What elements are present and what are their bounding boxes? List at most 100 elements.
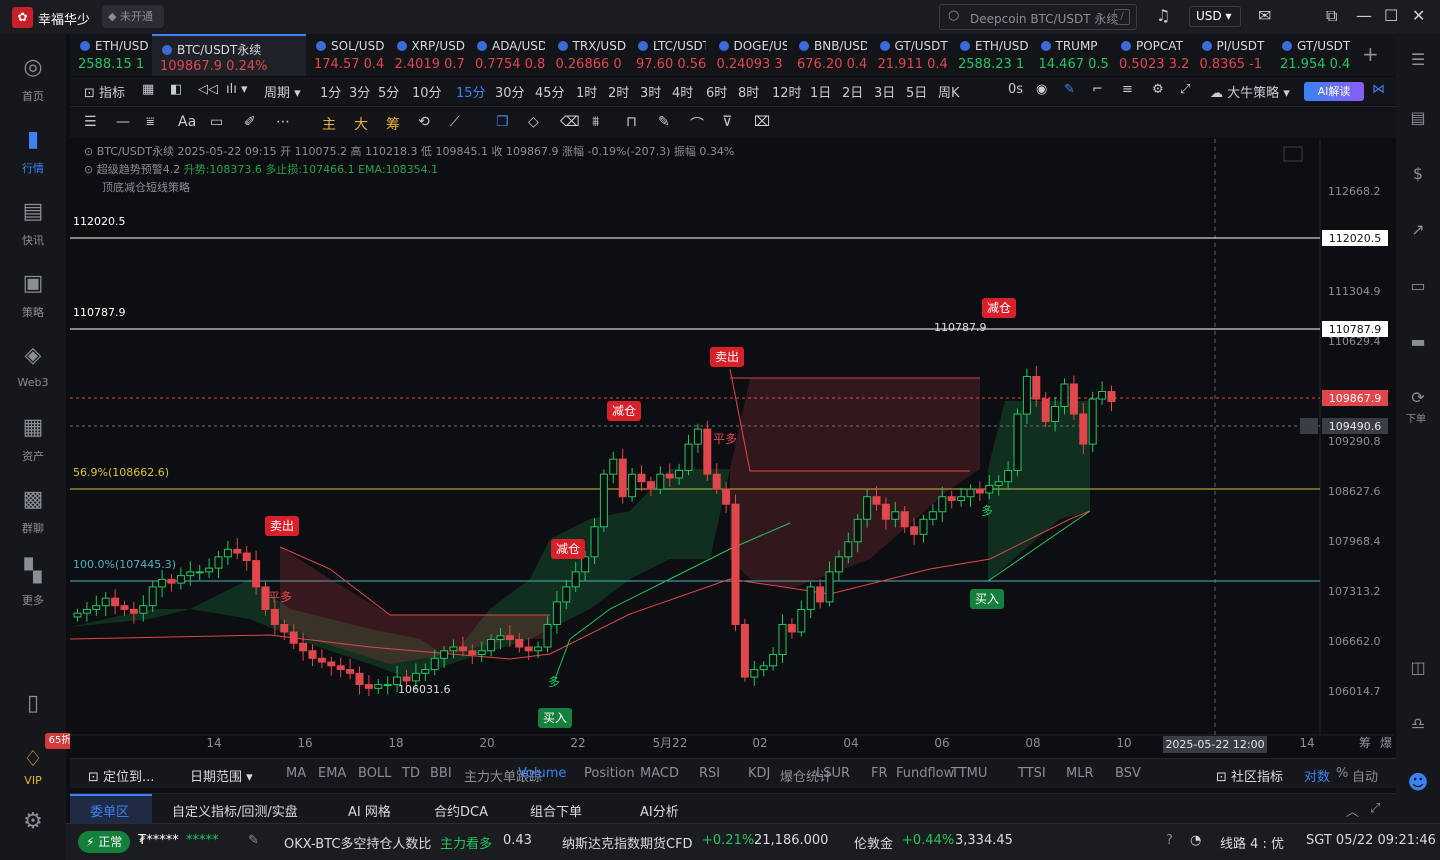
edit-icon[interactable]: ✎	[248, 833, 259, 848]
candle-body[interactable]	[468, 650, 477, 656]
candle-body[interactable]	[242, 552, 251, 562]
collapse-icon[interactable]: ︿	[1346, 801, 1359, 820]
candle-body[interactable]	[214, 556, 223, 569]
locate-button[interactable]: ⊡ 定位到...	[88, 766, 154, 785]
ticker-tab[interactable]: TRX/USDT 0.26866 0	[548, 34, 628, 76]
network-line[interactable]: 线路 4 : 优	[1220, 833, 1284, 852]
add-tab-icon[interactable]: +	[1362, 42, 1379, 66]
edit-icon[interactable]: ✎	[658, 114, 670, 130]
ticker-tab[interactable]: PI/USDT 0.8365 -1	[1192, 34, 1272, 76]
mail-icon[interactable]: ✉	[1258, 6, 1271, 25]
candle-body[interactable]	[665, 473, 674, 479]
timeframe-option[interactable]: 3时	[640, 82, 661, 101]
candle-body[interactable]	[928, 511, 937, 520]
brush-icon[interactable]: ✐	[244, 114, 256, 130]
candle-body[interactable]	[129, 608, 138, 614]
timeframe-option[interactable]: 周K	[938, 82, 960, 101]
pattern-icon[interactable]: ⩩	[592, 114, 599, 130]
timeframe-option[interactable]: 5分	[378, 82, 399, 101]
timeframe-option[interactable]: 15分	[456, 82, 486, 101]
tag-icon[interactable]: ◇	[528, 114, 539, 130]
candle-body[interactable]	[581, 556, 590, 573]
indicator-option[interactable]: BBI	[430, 766, 452, 781]
candle-body[interactable]	[797, 608, 806, 633]
candle-body[interactable]	[806, 586, 815, 610]
candle-body[interactable]	[1041, 398, 1050, 423]
candle-body[interactable]	[891, 511, 900, 520]
maximize-icon[interactable]: ☐	[1384, 6, 1398, 25]
indicator-option[interactable]: BSV	[1115, 766, 1141, 781]
list-icon[interactable]: ☰	[1406, 50, 1430, 69]
candle-body[interactable]	[825, 571, 834, 603]
candle-body[interactable]	[731, 503, 740, 625]
lock-icon[interactable]: ⊓	[626, 114, 637, 130]
candle-body[interactable]	[881, 503, 890, 520]
candle-body[interactable]	[534, 646, 543, 652]
candle-body[interactable]	[430, 657, 439, 671]
candle-body[interactable]	[148, 586, 157, 607]
candle-body[interactable]	[1004, 469, 1013, 483]
nav-vip[interactable]: ♢ VIP	[0, 746, 66, 787]
candle-body[interactable]	[1032, 375, 1041, 400]
candle-body[interactable]	[186, 571, 195, 577]
nav-web3[interactable]: ◈ Web3	[0, 342, 66, 389]
timeframe-option[interactable]: 1时	[576, 82, 597, 101]
text-tool-icon[interactable]: Aa	[178, 114, 196, 130]
measure-icon[interactable]: ⟋	[450, 114, 460, 130]
ticker-tab[interactable]: ADA/USDT 0.7754 0.8	[467, 34, 547, 76]
candle-body[interactable]	[646, 481, 655, 490]
candle-body[interactable]	[205, 567, 214, 573]
tab-orders[interactable]: 委单区	[90, 801, 129, 820]
ticker-tab[interactable]: GT/USDT 21.954 0.4	[1272, 34, 1352, 76]
camera-icon[interactable]: ◉	[1036, 82, 1047, 97]
indicator-option[interactable]: RSI	[699, 766, 720, 781]
candle-body[interactable]	[562, 586, 571, 603]
tab-ai-grid[interactable]: AI 网格	[348, 801, 391, 820]
candle-body[interactable]	[552, 601, 561, 625]
search-input[interactable]: ○ Deepcoin BTC/USDT 永续 /	[939, 4, 1137, 30]
candle-body[interactable]	[449, 646, 458, 652]
settings-icon[interactable]: ⚙	[1152, 82, 1164, 97]
period-select[interactable]: 周期 ▾	[264, 82, 301, 101]
candle-body[interactable]	[458, 646, 467, 652]
percent-toggle[interactable]: %	[1336, 766, 1348, 781]
monitor-icon[interactable]: ▭	[1406, 276, 1430, 295]
candle-body[interactable]	[628, 473, 637, 498]
candle-body[interactable]	[750, 669, 759, 678]
candle-body[interactable]	[740, 623, 749, 678]
candle-body[interactable]	[693, 428, 702, 445]
candle-body[interactable]	[872, 496, 881, 505]
expand-icon[interactable]: ⤢	[1370, 801, 1380, 816]
crop-icon[interactable]: ⌐	[1092, 82, 1103, 97]
ai-interpret-button[interactable]: AI解读	[1304, 82, 1364, 101]
ticker-tab[interactable]: XRP/USDT 2.4019 0.7	[387, 34, 467, 76]
candle-body[interactable]	[111, 597, 120, 607]
nav-more[interactable]: ▚ 更多	[0, 558, 66, 608]
candle-body[interactable]	[957, 496, 966, 501]
indicator-option[interactable]: BOLL	[358, 766, 391, 781]
chart-collapse-icon[interactable]	[1283, 146, 1303, 162]
ticker-tab[interactable]: TRUMP 14.467 0.5	[1031, 34, 1111, 76]
auto-toggle[interactable]: 自动	[1352, 766, 1378, 785]
candle-body[interactable]	[82, 608, 91, 614]
bull-strategy-select[interactable]: ☁ 大牛策略 ▾	[1210, 82, 1290, 101]
timeframe-option[interactable]: 1分	[320, 82, 341, 101]
candle-body[interactable]	[844, 541, 853, 558]
candle-body[interactable]	[637, 473, 646, 483]
candle-body[interactable]	[252, 560, 261, 588]
nav-strategy[interactable]: ▣ 策略	[0, 270, 66, 320]
indicator-option[interactable]: TTSI	[1018, 766, 1046, 781]
timeframe-option[interactable]: 10分	[412, 82, 442, 101]
candle-body[interactable]	[863, 496, 872, 520]
candle-body[interactable]	[609, 458, 618, 475]
help-icon[interactable]: ?	[1166, 833, 1173, 848]
candle-body[interactable]	[816, 586, 825, 603]
candle-body[interactable]	[223, 548, 232, 558]
indicator-option[interactable]: Fundflow	[896, 766, 954, 781]
order-label[interactable]: 下单	[1406, 410, 1426, 425]
tab-ai-analysis[interactable]: AI分析	[640, 801, 679, 820]
candle-body[interactable]	[496, 635, 505, 641]
candle-body[interactable]	[684, 443, 693, 471]
candle-body[interactable]	[1051, 406, 1060, 423]
candle-body[interactable]	[176, 575, 185, 584]
